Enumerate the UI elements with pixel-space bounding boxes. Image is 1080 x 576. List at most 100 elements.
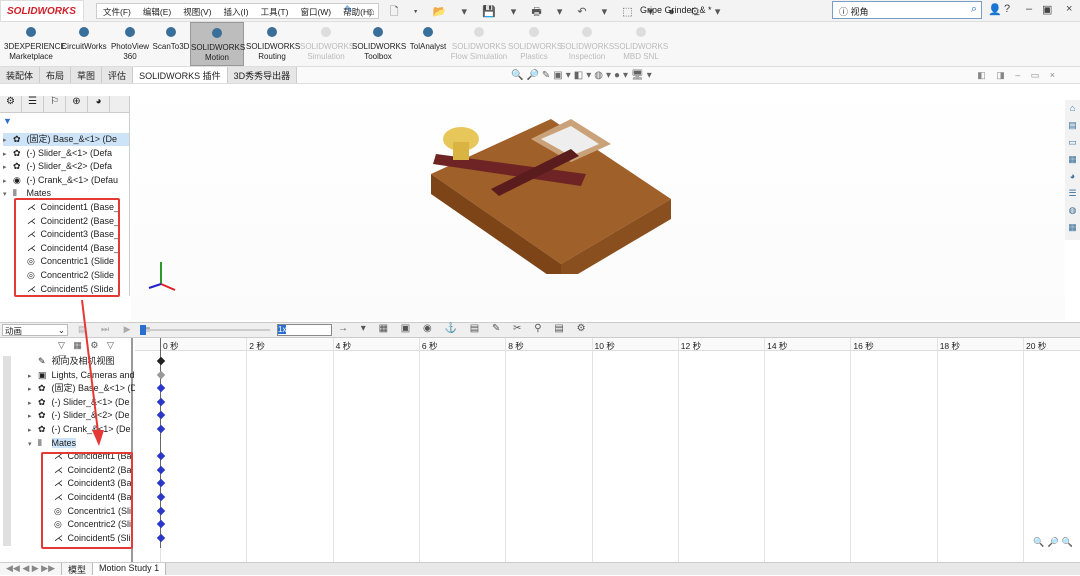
feature-tree-tab-icon[interactable]: ⚙ (0, 96, 22, 112)
ribbon-sublabel: Motion (204, 53, 229, 62)
tree-item[interactable]: ▾ ⫴ Mates (28, 437, 77, 451)
close-button[interactable]: × (1066, 3, 1072, 15)
search-input[interactable]: ⓘ 视角 ⌕ (832, 1, 982, 19)
restore-button[interactable]: ▣ (1042, 3, 1052, 16)
addin-icon (529, 27, 539, 37)
tree-item[interactable]: ▸ ✿ (-) Slider_&<1> (Defa (3, 147, 112, 160)
ribbon-button[interactable]: 3DEXPERIENCE Marketplace (4, 22, 66, 66)
ribbon-button[interactable]: SOLIDWORKS Toolbox (352, 22, 406, 66)
graphics-viewport[interactable]: 🔍🔎✎▣▾◧▾◍▾●▾🖥▾ ◧ ◨ – ▭ × (131, 70, 1065, 320)
motion-toolbar: 动画 ⌄ ▤ ⏭ ▶ ■ 1x → ▾ ▦ ▣ ◉ ⚓ ▤ ✎ ✂ ⚲ ▤ ⚙ (0, 322, 1080, 338)
expand-caret-icon[interactable]: ▸ (3, 161, 13, 174)
timeline[interactable]: 0 秒2 秒4 秒6 秒8 秒 10 秒 12 秒 14 秒 16 秒 18 秒 20 秒 … (135, 338, 1080, 562)
motion-tree: ▽ ▦ ⚙ ▽ ▭ ✎ 视向及相机视图 ▸ ▣ Lights, Cameras an… (0, 338, 142, 562)
solidworks-logo[interactable]: SOLIDWORKS (0, 0, 84, 22)
ribbon-label: SOLIDWORKS (508, 42, 563, 51)
ribbon-button[interactable]: SOLIDWORKS Simulation (300, 22, 354, 66)
zoom-controls[interactable]: 🔍🔎🔍 (1033, 537, 1076, 548)
ribbon-button[interactable]: SOLIDWORKS Flow Simulation (450, 22, 508, 66)
tree-item[interactable]: ▸ ✿ (固定) Base_&<1> (De (28, 382, 142, 395)
menu-insert[interactable]: 插入(I) (218, 4, 255, 18)
component-icon: ✿ (38, 424, 46, 434)
tab-sketch[interactable]: 草图 (71, 67, 103, 83)
tab-3d-exporter[interactable]: 3D秀秀导出器 (227, 67, 298, 83)
menu-window[interactable]: 窗口(W) (294, 4, 337, 18)
dimxpert-tab-icon[interactable]: ⊕ (66, 96, 88, 112)
tab-model[interactable]: 模型 (62, 563, 94, 575)
time-gridline (246, 338, 248, 562)
display-tab-icon[interactable]: ◕ (88, 96, 110, 112)
tab-evaluate[interactable]: 评估 (102, 67, 134, 83)
ribbon-button[interactable]: SOLIDWORKS Routing (246, 22, 300, 66)
search-icon[interactable]: ⌕ (971, 3, 977, 16)
component-icon: ✿ (38, 396, 46, 407)
ribbon-button[interactable]: CircuitWorks (60, 22, 108, 66)
highlight-box (14, 198, 120, 297)
expand-caret-icon[interactable]: ▸ (28, 410, 38, 423)
minimize-button[interactable]: – (1026, 3, 1032, 15)
tree-item[interactable]: ▸ ✿ (固定) Base_&<1> (De (3, 133, 129, 146)
ribbon-button[interactable]: SOLIDWORKS Motion (190, 22, 245, 66)
config-tab-icon[interactable]: ⚐ (44, 96, 66, 112)
time-gridline (505, 338, 507, 562)
time-gridline (332, 338, 334, 562)
menu-tools[interactable]: 工具(T) (255, 4, 295, 18)
playback-speed-select[interactable]: 1x (277, 324, 332, 336)
tree-scrollbar[interactable] (3, 356, 11, 546)
expand-caret-icon[interactable]: ▾ (28, 438, 38, 451)
menu-file[interactable]: 文件(F) (97, 4, 137, 18)
expand-caret-icon[interactable]: ▸ (3, 148, 13, 161)
time-tick-label: 20 秒 (1026, 341, 1047, 351)
ribbon-sublabel: Inspection (568, 52, 606, 61)
expand-caret-icon[interactable]: ▸ (3, 175, 13, 188)
expand-caret-icon[interactable]: ▸ (28, 383, 38, 396)
tree-item-label: Mates (26, 188, 52, 199)
tree-item[interactable]: ▸ ▣ Lights, Cameras and (28, 369, 135, 382)
tree-item[interactable]: ✎ 视向及相机视图 (28, 355, 115, 368)
tree-item[interactable]: ▸ ✿ (-) Slider_&<2> (Defa (3, 160, 112, 173)
pin-icon[interactable]: ✎ (345, 4, 353, 15)
ribbon-button[interactable]: SOLIDWORKS Plastics (508, 22, 563, 66)
tab-navigation-arrows[interactable]: ◀◀ ◀ ▶ ▶▶ (0, 563, 63, 575)
tab-assembly[interactable]: 装配体 (0, 67, 41, 83)
user-icon[interactable]: 👤 (988, 3, 1002, 16)
heads-up-view-toolbar[interactable]: 🔍🔎✎▣▾◧▾◍▾●▾🖥▾ (511, 70, 655, 81)
menu-view[interactable]: 视图(V) (177, 4, 217, 18)
expand-caret-icon[interactable]: ▸ (28, 424, 38, 437)
playback-speed-value: 1x (278, 325, 287, 334)
tab-addins[interactable]: SOLIDWORKS 插件 (133, 67, 228, 83)
ribbon-sublabel: Simulation (307, 52, 345, 61)
tree-item-label: (-) Crank_&<1> (De (51, 424, 131, 434)
expand-caret-icon[interactable]: ▸ (3, 134, 13, 147)
ribbon-label: SOLIDWORKS (451, 42, 507, 51)
tree-item[interactable]: ▸ ✿ (-) Slider_&<2> (De (28, 409, 130, 422)
task-pane-tabs: ⌂ ▤ ▭ ▦ ◕ ☰ ◍ ▦ (1065, 100, 1080, 240)
ribbon-button[interactable]: SOLIDWORKS Inspection (560, 22, 614, 66)
ribbon-button[interactable]: SOLIDWORKS MBD SNL (614, 22, 668, 66)
assembly-model[interactable] (421, 104, 681, 274)
tree-item[interactable]: ▸ ◉ (-) Crank_&<1> (Defau (3, 174, 118, 187)
addin-icon (125, 27, 135, 37)
tree-item[interactable]: ▸ ✿ (-) Slider_&<1> (De (28, 396, 130, 409)
tree-item-label: 视向及相机视图 (51, 356, 115, 366)
expand-caret-icon[interactable]: ▾ (3, 188, 13, 201)
expand-caret-icon[interactable]: ▸ (28, 370, 38, 383)
tab-layout[interactable]: 布局 (40, 67, 72, 83)
ribbon-button[interactable]: PhotoView 360 (108, 22, 152, 66)
filter-icon[interactable]: ▼ (3, 116, 12, 126)
tab-motion-study-1[interactable]: Motion Study 1 (93, 563, 167, 575)
component-icon: ✿ (13, 147, 21, 158)
help-button[interactable]: ? (1004, 3, 1010, 15)
ribbon-button[interactable]: TolAnalyst (408, 22, 448, 66)
study-type-select[interactable]: 动画 ⌄ (2, 324, 68, 336)
property-tab-icon[interactable]: ☰ (22, 96, 44, 112)
ribbon-button[interactable]: ScanTo3D (152, 22, 190, 66)
menu-edit[interactable]: 编辑(E) (137, 4, 177, 18)
ribbon-label: CircuitWorks (61, 42, 107, 51)
playback-slider[interactable] (140, 325, 270, 335)
expand-caret-icon[interactable]: ▸ (28, 397, 38, 410)
tree-item[interactable]: ▸ ✿ (-) Crank_&<1> (De (28, 423, 131, 436)
tree-item-label: Mates (51, 437, 77, 448)
motion-tools[interactable]: → ▾ ▦ ▣ ◉ ⚓ ▤ ✎ ✂ ⚲ ▤ ⚙ (338, 323, 591, 334)
viewport-window-controls[interactable]: ◧ ◨ – ▭ × (977, 70, 1059, 81)
